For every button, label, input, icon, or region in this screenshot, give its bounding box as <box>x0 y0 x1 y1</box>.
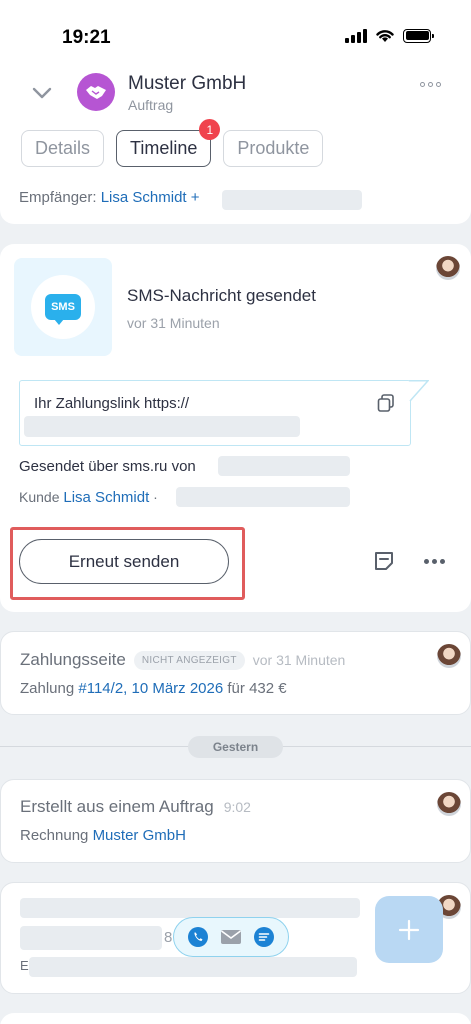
redacted-text <box>29 957 357 977</box>
activity-time: vor 31 Minuten <box>127 315 220 331</box>
redacted-text <box>176 487 350 507</box>
sms-activity-card: SMS SMS-Nachricht gesendet vor 31 Minute… <box>0 244 471 612</box>
recipient-line: Empfänger: Lisa Schmidt + <box>19 189 200 206</box>
page-subtitle: Auftrag <box>128 97 174 113</box>
invoice-prefix: Rechnung <box>20 827 89 844</box>
activity-title: Zahlungsseite <box>20 650 126 669</box>
redacted-text <box>20 926 162 950</box>
handshake-icon <box>86 86 106 99</box>
copy-icon[interactable] <box>376 393 396 413</box>
chat-icon[interactable] <box>253 926 275 948</box>
status-icons <box>345 28 434 43</box>
phone-icon[interactable] <box>187 926 209 948</box>
next-card-edge <box>0 1013 471 1024</box>
customer-name-link[interactable]: Lisa Schmidt <box>63 489 149 506</box>
tab-bar: Details Timeline 1 Produkte <box>21 119 324 167</box>
plus-icon <box>398 919 420 940</box>
page-title: Muster GmbH <box>128 73 247 94</box>
avatar <box>437 792 461 816</box>
activity-title: Erstellt aus einem Auftrag <box>20 797 214 816</box>
avatar <box>437 644 461 668</box>
payment-line: Zahlung #114/2, 10 März 2026 für 432 € <box>20 680 287 697</box>
avatar <box>436 256 460 280</box>
message-bubble: Ihr Zahlungslink https:// <box>19 380 411 446</box>
message-text: Ihr Zahlungslink https:// <box>34 395 190 412</box>
recipient-name-link[interactable]: Lisa Schmidt <box>101 189 187 206</box>
partial-text: 8 <box>164 929 173 946</box>
mail-icon[interactable] <box>220 929 242 945</box>
recipient-card: Empfänger: Lisa Schmidt + <box>0 176 471 224</box>
communication-bar <box>173 917 289 957</box>
wifi-icon <box>376 30 394 42</box>
cellular-signal-icon <box>345 28 367 43</box>
resend-button[interactable]: Erneut senden <box>19 539 229 584</box>
more-actions-icon[interactable] <box>424 559 445 564</box>
payment-prefix: Zahlung <box>20 680 75 697</box>
company-logo <box>77 73 115 111</box>
payment-link[interactable]: #114/2, 10 März 2026 <box>78 680 223 697</box>
add-button[interactable] <box>375 896 443 963</box>
note-icon[interactable] <box>373 550 395 572</box>
date-divider: Gestern <box>188 736 283 758</box>
tab-label: Details <box>35 138 91 158</box>
redacted-text <box>218 456 350 476</box>
customer-separator: · <box>153 489 158 505</box>
more-options-icon[interactable] <box>420 82 441 87</box>
sent-via-text: Gesendet über sms.ru von <box>19 458 196 475</box>
customer-label: Kunde <box>19 489 60 505</box>
redacted-text <box>20 898 360 918</box>
tab-timeline[interactable]: Timeline 1 <box>116 119 221 167</box>
invoice-link[interactable]: Muster GmbH <box>93 827 186 844</box>
customer-line: Kunde Lisa Schmidt · <box>19 489 158 506</box>
sms-icon-box: SMS <box>14 258 112 356</box>
status-bar: 19:21 <box>0 0 471 64</box>
activity-time: 9:02 <box>223 799 251 815</box>
battery-icon <box>403 28 434 43</box>
activity-time: vor 31 Minuten <box>252 652 346 668</box>
chevron-down-icon[interactable] <box>30 81 54 105</box>
tab-details[interactable]: Details <box>21 130 105 167</box>
invoice-card: Erstellt aus einem Auftrag 9:02 Rechnung… <box>0 779 471 863</box>
sms-icon: SMS <box>45 294 81 325</box>
activity-header: Erstellt aus einem Auftrag 9:02 <box>20 797 251 817</box>
tab-label: Timeline <box>130 138 198 158</box>
recipient-more-link[interactable]: + <box>191 189 200 206</box>
activity-header: Zahlungsseite NICHT ANGEZEIGT vor 31 Min… <box>20 650 345 670</box>
recipient-label: Empfänger: <box>19 189 97 206</box>
status-time: 19:21 <box>62 27 111 48</box>
redacted-text <box>222 190 362 210</box>
tab-label: Produkte <box>237 138 310 158</box>
tab-produkte[interactable]: Produkte <box>223 130 324 167</box>
notification-badge: 1 <box>199 119 221 140</box>
bubble-tail <box>409 380 429 402</box>
payment-suffix: für 432 € <box>227 680 287 697</box>
payment-page-card: Zahlungsseite NICHT ANGEZEIGT vor 31 Min… <box>0 631 471 715</box>
status-badge: NICHT ANGEZEIGT <box>133 650 245 670</box>
activity-title: SMS-Nachricht gesendet <box>127 286 316 305</box>
header: Muster GmbH Auftrag Details Timeline 1 P… <box>0 64 471 176</box>
redacted-text <box>24 416 300 437</box>
partial-text: E <box>20 958 29 973</box>
invoice-line: Rechnung Muster GmbH <box>20 827 186 844</box>
